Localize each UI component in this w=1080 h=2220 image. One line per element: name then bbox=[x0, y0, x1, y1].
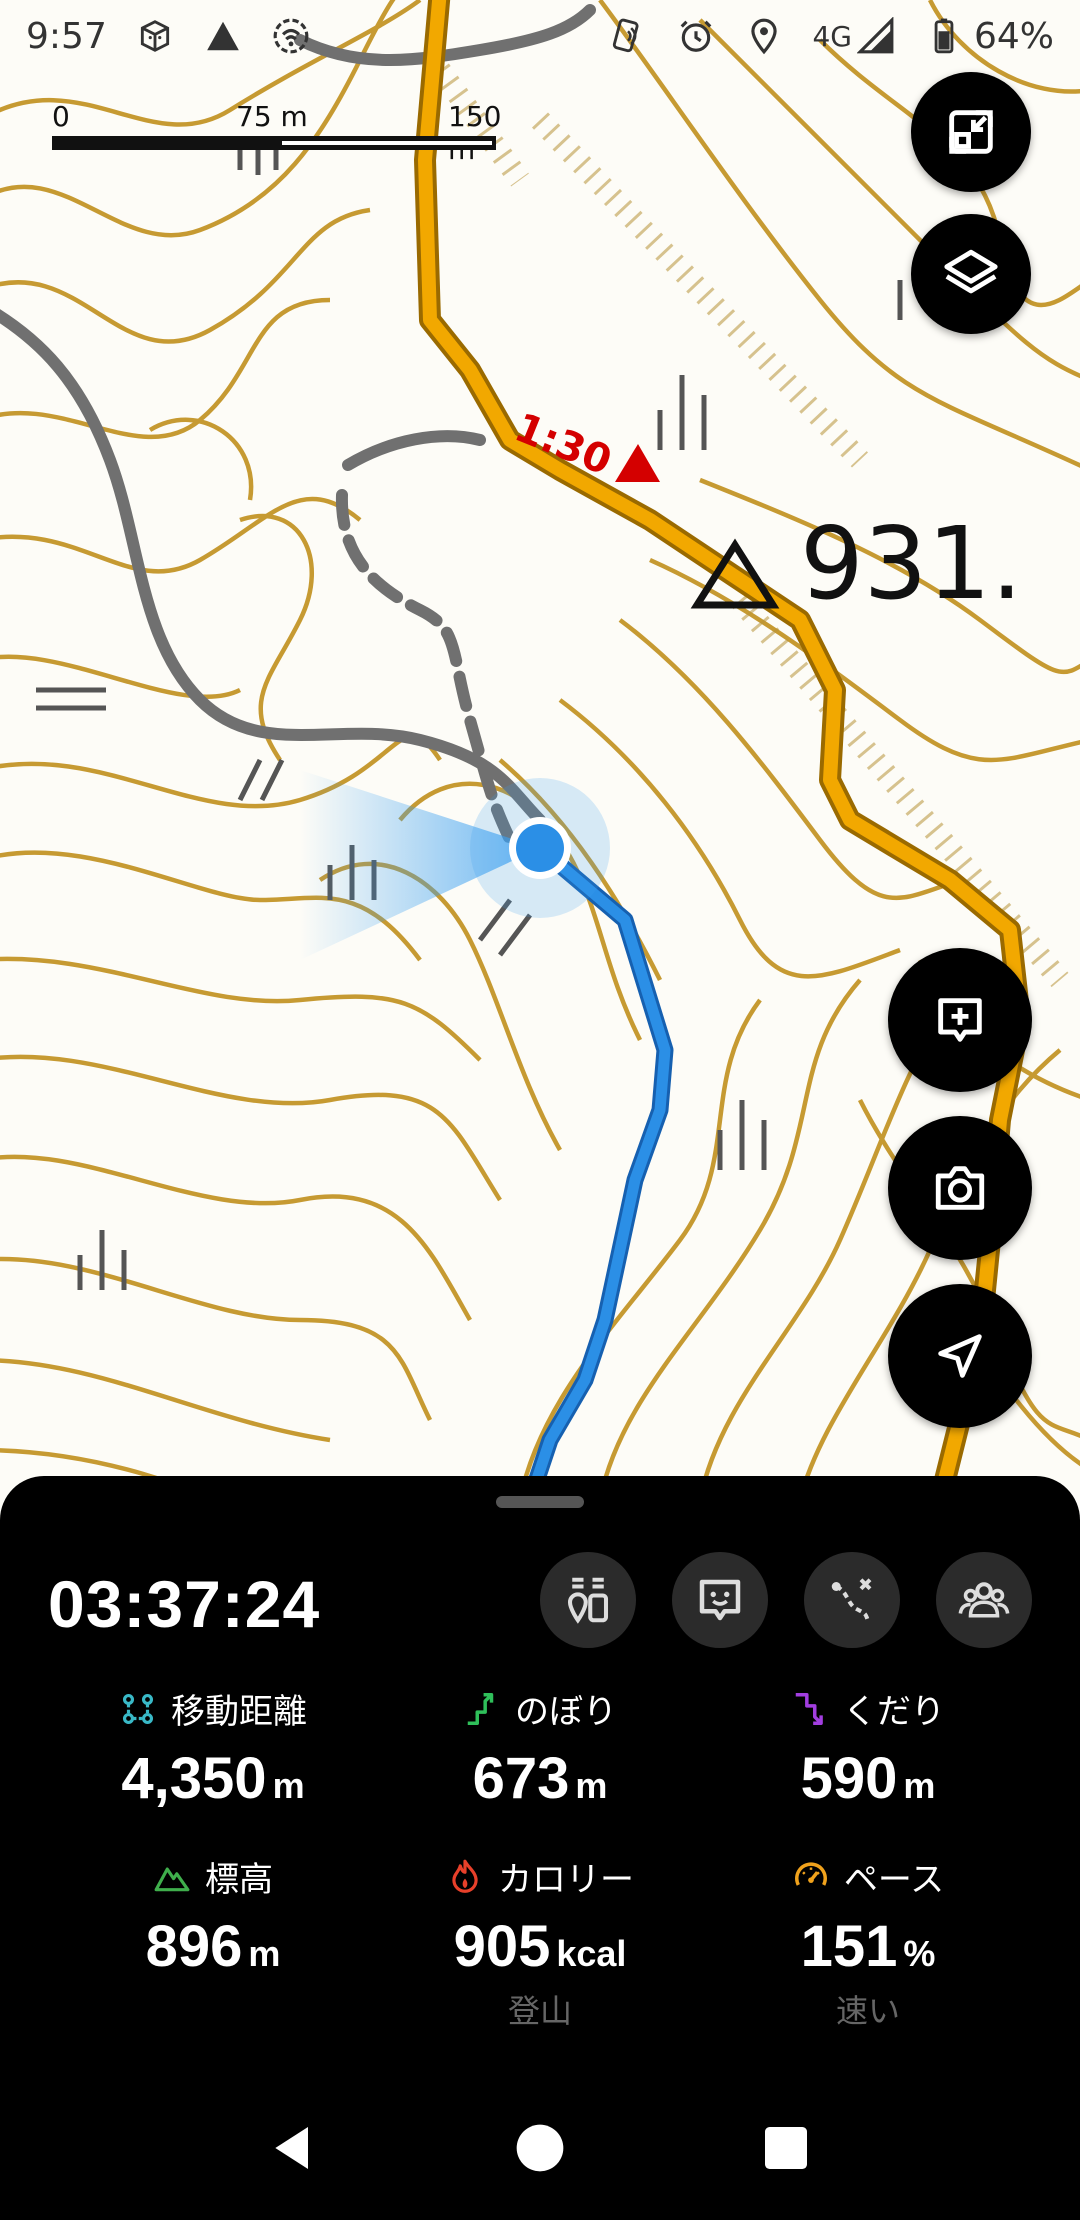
route-icon bbox=[831, 1578, 872, 1621]
nav-recents-button[interactable] bbox=[758, 2120, 814, 2180]
ascent-icon bbox=[467, 1692, 494, 1725]
stat-label: くだり bbox=[843, 1692, 945, 1732]
hotspot-icon bbox=[271, 16, 311, 56]
status-bar: 9:57 4G 64% bbox=[0, 0, 1080, 72]
stat-value: 896 bbox=[145, 1914, 243, 1979]
scale-label-mid: 75 m bbox=[236, 100, 308, 133]
layers-button[interactable] bbox=[911, 214, 1031, 334]
stat-value: 905 bbox=[453, 1914, 551, 1979]
layers-icon bbox=[944, 249, 998, 294]
nav-home-button[interactable] bbox=[512, 2120, 568, 2180]
nav-back-button[interactable] bbox=[266, 2120, 322, 2180]
stat-calories: カロリー 905 kcal 登山 bbox=[370, 1852, 710, 2032]
battery-level: 64% bbox=[973, 15, 1054, 57]
checkpoint-list-icon bbox=[567, 1577, 609, 1624]
stat-elevation: 標高 896 m bbox=[43, 1852, 383, 1980]
distance-icon bbox=[122, 1693, 154, 1724]
elevation-label: 931. bbox=[800, 505, 1023, 622]
stat-descent: くだり 590 m bbox=[698, 1684, 1038, 1812]
stat-ascent: のぼり 673 m bbox=[370, 1684, 710, 1812]
group-icon bbox=[958, 1582, 1010, 1618]
location-dot-icon bbox=[516, 824, 564, 872]
topo-map[interactable]: 1:30 931. bbox=[0, 0, 1080, 1500]
camera-icon bbox=[935, 1166, 985, 1210]
network-type: 4G bbox=[812, 19, 852, 53]
memo-icon bbox=[699, 1579, 741, 1621]
stat-distance: 移動距離 4,350 m bbox=[43, 1684, 383, 1812]
alarm-icon bbox=[676, 16, 716, 56]
mountain-icon bbox=[154, 1867, 190, 1891]
stat-value: 151 bbox=[800, 1914, 898, 1979]
stat-unit: m bbox=[272, 1765, 305, 1806]
fit-bounds-button[interactable] bbox=[911, 72, 1031, 192]
stat-unit: m bbox=[903, 1765, 936, 1806]
home-icon bbox=[516, 2124, 564, 2172]
stat-unit: m bbox=[575, 1765, 608, 1806]
alert-icon bbox=[203, 16, 243, 56]
sim-toolkit-icon bbox=[135, 16, 175, 56]
nfc-icon bbox=[608, 16, 648, 56]
stat-label: のぼり bbox=[515, 1692, 617, 1732]
map-scale-bar: 0 75 m 150 m bbox=[52, 100, 512, 166]
status-time: 9:57 bbox=[26, 15, 107, 57]
location-icon bbox=[744, 16, 784, 56]
flame-icon bbox=[452, 1859, 478, 1893]
navigation-button[interactable] bbox=[888, 1284, 1032, 1428]
memo-button[interactable] bbox=[672, 1552, 768, 1648]
add-note-button[interactable] bbox=[888, 948, 1032, 1092]
stat-unit: m bbox=[248, 1933, 281, 1974]
stat-label: ペース bbox=[843, 1860, 945, 1900]
descent-icon bbox=[795, 1692, 823, 1725]
stat-value: 4,350 bbox=[121, 1746, 267, 1811]
speedometer-icon bbox=[794, 1861, 827, 1886]
stat-subtext: 速い bbox=[835, 1992, 900, 2030]
recents-icon bbox=[765, 2127, 807, 2169]
scale-label-zero: 0 bbox=[52, 100, 70, 133]
camera-button[interactable] bbox=[888, 1116, 1032, 1260]
battery-icon bbox=[924, 16, 964, 56]
stat-label: カロリー bbox=[498, 1860, 634, 1900]
scale-label-max: 150 m bbox=[448, 100, 502, 166]
route-button[interactable] bbox=[804, 1552, 900, 1648]
group-button[interactable] bbox=[936, 1552, 1032, 1648]
back-icon bbox=[275, 2127, 308, 2169]
add-note-icon bbox=[938, 998, 982, 1042]
fit-bounds-icon bbox=[949, 110, 993, 154]
stat-value: 590 bbox=[800, 1746, 898, 1811]
stat-unit: % bbox=[903, 1933, 936, 1974]
stat-value: 673 bbox=[472, 1746, 570, 1811]
stat-label: 標高 bbox=[205, 1860, 273, 1900]
navigation-icon bbox=[938, 1334, 982, 1378]
stat-unit: kcal bbox=[556, 1933, 627, 1974]
stat-label: 移動距離 bbox=[171, 1692, 307, 1732]
checkpoint-list-button[interactable] bbox=[540, 1552, 636, 1648]
system-nav-bar bbox=[0, 2080, 1080, 2220]
signal-icon bbox=[856, 16, 896, 56]
sheet-drag-handle[interactable] bbox=[496, 1496, 584, 1508]
elapsed-timer: 03:37:24 bbox=[48, 1567, 321, 1641]
stat-subtext: 登山 bbox=[507, 1992, 572, 2030]
stat-pace: ペース 151% 速い bbox=[698, 1852, 1038, 2032]
